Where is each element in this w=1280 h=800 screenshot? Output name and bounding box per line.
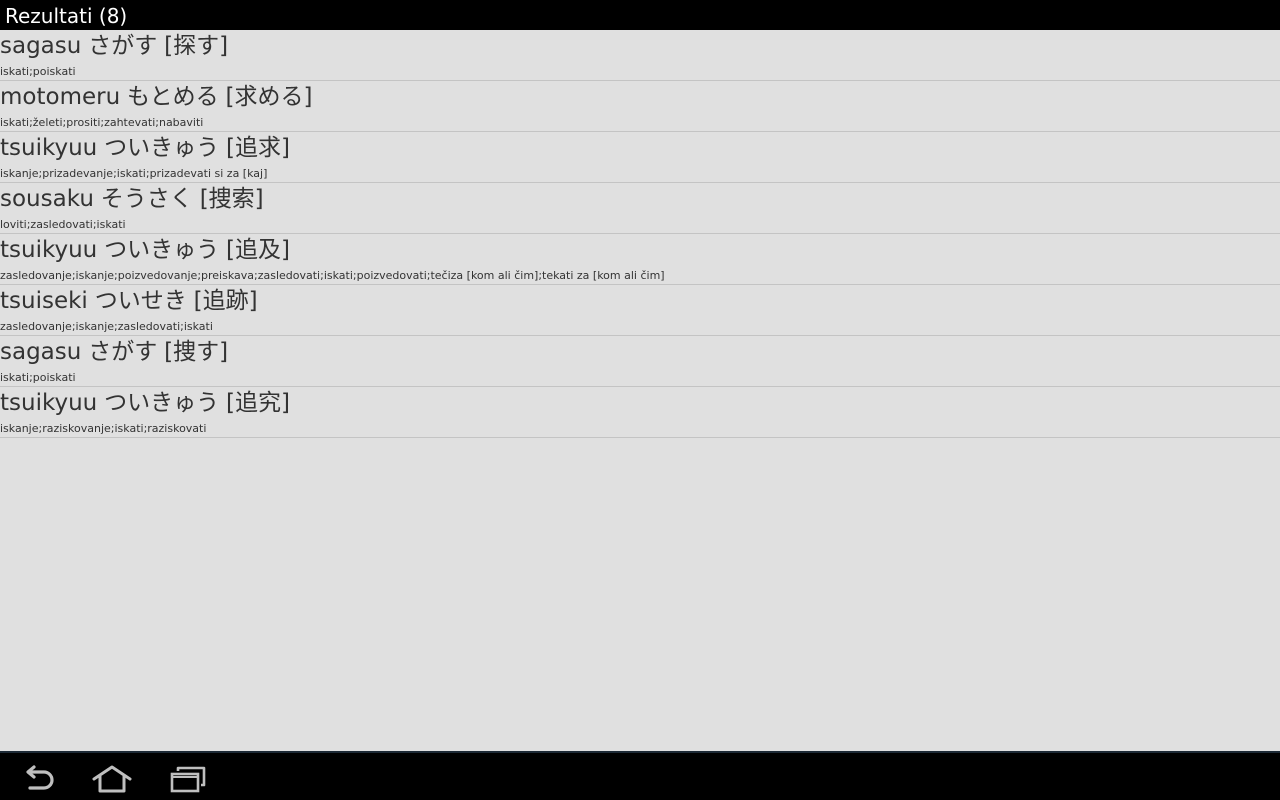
back-button[interactable] — [12, 761, 64, 797]
result-meaning: iskanje;raziskovanje;iskati;raziskovati — [0, 422, 207, 435]
result-romaji: tsuikyuu — [0, 237, 98, 263]
result-romaji: sousaku — [0, 186, 94, 212]
result-kana: ついきゅう — [104, 390, 220, 416]
result-kana: そうさく — [100, 186, 193, 212]
result-romaji: sagasu — [0, 33, 82, 59]
result-kanji: [求める] — [225, 84, 313, 110]
result-romaji: tsuiseki — [0, 288, 88, 314]
result-item[interactable]: sagasu さがす [探す] iskati;poiskati — [0, 30, 1280, 81]
result-heading: tsuiseki ついせき [追跡] — [0, 286, 258, 316]
result-kanji: [捜索] — [199, 186, 264, 212]
result-meaning: iskanje;prizadevanje;iskati;prizadevati … — [0, 167, 268, 180]
result-meaning: iskati;želeti;prositi;zahtevati;nabaviti — [0, 116, 204, 129]
back-icon — [26, 765, 54, 790]
result-romaji: tsuikyuu — [0, 135, 98, 161]
result-kanji: [探す] — [164, 33, 229, 59]
result-meaning: iskati;poiskati — [0, 65, 76, 78]
result-item[interactable]: tsuikyuu ついきゅう [追及] zasledovanje;iskanje;p… — [0, 234, 1280, 285]
result-kana: さがす — [88, 33, 158, 59]
result-kanji: [追及] — [226, 237, 290, 263]
result-item[interactable]: tsuiseki ついせき [追跡] zasledovanje;iskanje;za… — [0, 285, 1280, 336]
result-kana: ついせき — [94, 288, 187, 314]
result-item[interactable]: sagasu さがす [捜す] iskati;poiskati — [0, 336, 1280, 387]
results-list[interactable]: sagasu さがす [探す] iskati;poiskati motomeru もと… — [0, 30, 1280, 751]
result-heading: sousaku そうさく [捜索] — [0, 184, 264, 214]
result-item[interactable]: tsuikyuu ついきゅう [追究] iskanje;raziskovanje;i… — [0, 387, 1280, 438]
result-heading: sagasu さがす [捜す] — [0, 337, 228, 367]
result-kanji: [追跡] — [193, 288, 258, 314]
result-romaji: tsuikyuu — [0, 390, 98, 416]
result-meaning: iskati;poiskati — [0, 371, 76, 384]
recent-apps-button[interactable] — [162, 761, 214, 797]
result-kana: さがす — [88, 339, 158, 365]
result-meaning: zasledovanje;iskanje;poizvedovanje;preis… — [0, 269, 665, 282]
result-kana: ついきゅう — [104, 135, 220, 161]
result-kanji: [捜す] — [164, 339, 229, 365]
home-button[interactable] — [86, 761, 138, 797]
result-kanji: [追究] — [226, 390, 290, 416]
result-heading: tsuikyuu ついきゅう [追求] — [0, 133, 290, 163]
home-icon — [92, 765, 132, 793]
result-heading: motomeru もとめる [求める] — [0, 82, 312, 112]
title-bar: Rezultati (8) — [0, 0, 1280, 30]
recent-apps-icon — [170, 766, 206, 793]
result-kana: もとめる — [127, 84, 219, 110]
page-title: Rezultati (8) — [5, 4, 128, 28]
result-meaning: loviti;zasledovati;iskati — [0, 218, 126, 231]
result-heading: sagasu さがす [探す] — [0, 31, 228, 61]
system-navigation-bar — [0, 751, 1280, 800]
result-heading: tsuikyuu ついきゅう [追究] — [0, 388, 290, 418]
result-heading: tsuikyuu ついきゅう [追及] — [0, 235, 290, 265]
result-meaning: zasledovanje;iskanje;zasledovati;iskati — [0, 320, 213, 333]
result-romaji: motomeru — [0, 84, 121, 110]
result-item[interactable]: tsuikyuu ついきゅう [追求] iskanje;prizadevanje;i… — [0, 132, 1280, 183]
result-kana: ついきゅう — [104, 237, 220, 263]
result-kanji: [追求] — [226, 135, 290, 161]
result-item[interactable]: motomeru もとめる [求める] iskati;želeti;prositi;… — [0, 81, 1280, 132]
result-item[interactable]: sousaku そうさく [捜索] loviti;zasledovati;iskat… — [0, 183, 1280, 234]
result-romaji: sagasu — [0, 339, 82, 365]
